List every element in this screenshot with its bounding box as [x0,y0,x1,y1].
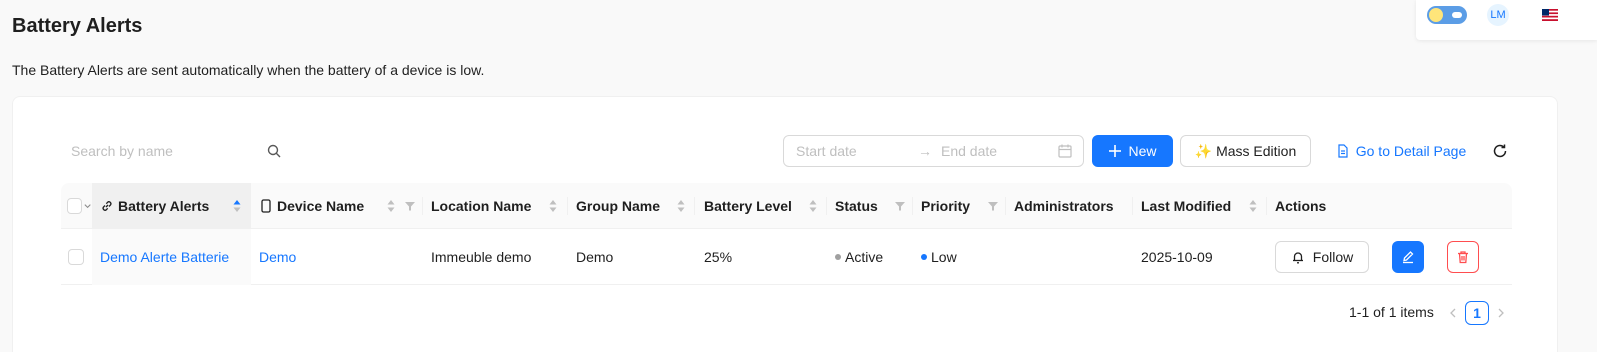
page-description: The Battery Alerts are sent automaticall… [12,62,485,78]
column-label: Battery Level [704,198,792,214]
column-label: Group Name [576,198,661,214]
column-label: Administrators [1014,198,1114,214]
go-to-detail-page-button[interactable]: Go to Detail Page [1331,135,1471,167]
column-header-group-name[interactable]: Group Name [568,183,695,229]
plus-icon [1109,145,1122,157]
sort-icon[interactable] [387,199,395,213]
column-header-battery-level[interactable]: Battery Level [695,183,827,229]
column-label: Actions [1275,198,1327,214]
arrow-right-icon: → [918,143,932,159]
document-icon [1338,144,1348,158]
sort-icon[interactable] [809,199,817,213]
mass-edition-button[interactable]: ✨ Mass Edition [1180,135,1311,167]
status-dot-icon [835,254,841,260]
column-header-last-modified[interactable]: Last Modified [1133,183,1267,229]
chevron-down-icon[interactable] [83,201,92,211]
follow-button[interactable]: Follow [1275,241,1369,273]
mass-edition-label: ✨ Mass Edition [1194,142,1297,159]
sort-icon[interactable] [1249,199,1257,213]
edit-button[interactable] [1392,241,1424,273]
group-name-cell: Demo [576,249,614,265]
search-box [61,135,291,167]
priority-badge: Low [931,249,957,265]
row-select-cell [61,229,92,285]
last-modified-cell: 2025-10-09 [1141,249,1213,265]
column-header-device-name[interactable]: Device Name [251,183,423,229]
table-header: Battery Alerts Device Name Location Name… [61,183,1512,229]
new-button[interactable]: New [1092,135,1173,167]
pagination-total: 1-1 of 1 items [1349,304,1434,320]
top-bar: LM [1416,0,1597,40]
refresh-button[interactable] [1487,135,1513,167]
battery-alert-link[interactable]: Demo Alerte Batterie [92,229,251,285]
page-number-button[interactable]: 1 [1465,301,1489,325]
column-header-priority[interactable]: Priority [913,183,1006,229]
column-label: Battery Alerts [118,198,210,214]
column-header-administrators: Administrators [1006,183,1133,229]
priority-cell: Low [913,229,1006,285]
date-range-picker[interactable]: Start date → End date [783,135,1084,167]
trash-icon [1458,251,1468,264]
row-checkbox[interactable] [68,249,84,265]
status-cell: Active [827,229,913,285]
column-header-actions: Actions [1267,183,1512,229]
column-label: Priority [921,198,971,214]
link-icon [102,201,112,211]
column-header-location-name[interactable]: Location Name [423,183,568,229]
reload-icon [1493,144,1507,158]
search-input[interactable] [61,143,251,159]
column-label: Location Name [431,198,532,214]
end-date-input[interactable]: End date [941,143,997,159]
battery-level-cell: 25% [704,249,733,265]
select-all-cell [61,183,92,229]
priority-dot-icon [921,254,927,260]
column-header-status[interactable]: Status [827,183,913,229]
filter-icon[interactable] [987,200,999,212]
device-name-link[interactable]: Demo [251,229,423,285]
avatar[interactable]: LM [1487,4,1509,26]
battery-alerts-table: Battery Alerts Device Name Location Name… [61,183,1512,285]
column-label: Status [835,198,878,214]
theme-toggle[interactable] [1427,6,1467,24]
column-label: Device Name [277,198,365,214]
cloud-icon [1452,12,1462,18]
calendar-icon [1058,144,1072,158]
edit-icon [1403,251,1414,264]
sort-icon[interactable] [549,199,557,213]
device-icon [261,199,271,213]
select-all-checkbox[interactable] [67,198,82,214]
sun-icon [1429,8,1443,22]
filter-icon[interactable] [404,200,416,212]
table-row[interactable]: Demo Alerte Batterie Demo Immeuble demo … [61,229,1512,285]
new-button-label: New [1128,143,1157,159]
column-header-battery-alerts[interactable]: Battery Alerts [92,183,251,229]
follow-button-label: Follow [1312,249,1354,265]
location-name-cell: Immeuble demo [431,249,532,265]
bell-icon [1292,252,1303,264]
chevron-left-icon[interactable] [1445,305,1461,321]
column-label: Last Modified [1141,198,1232,214]
sort-icon[interactable] [233,199,241,213]
chevron-right-icon[interactable] [1493,305,1509,321]
status-badge: Active [845,249,884,265]
start-date-input[interactable]: Start date [796,143,857,159]
page-title: Battery Alerts [12,15,143,37]
search-icon[interactable] [266,143,282,159]
filter-icon[interactable] [894,200,906,212]
delete-button[interactable] [1447,241,1479,273]
us-flag-icon[interactable] [1542,9,1558,21]
detail-button-label: Go to Detail Page [1355,143,1467,159]
content-card: Start date → End date New ✨ Mass Edition… [12,96,1558,352]
administrators-cell [1006,229,1133,285]
sort-icon[interactable] [677,199,685,213]
